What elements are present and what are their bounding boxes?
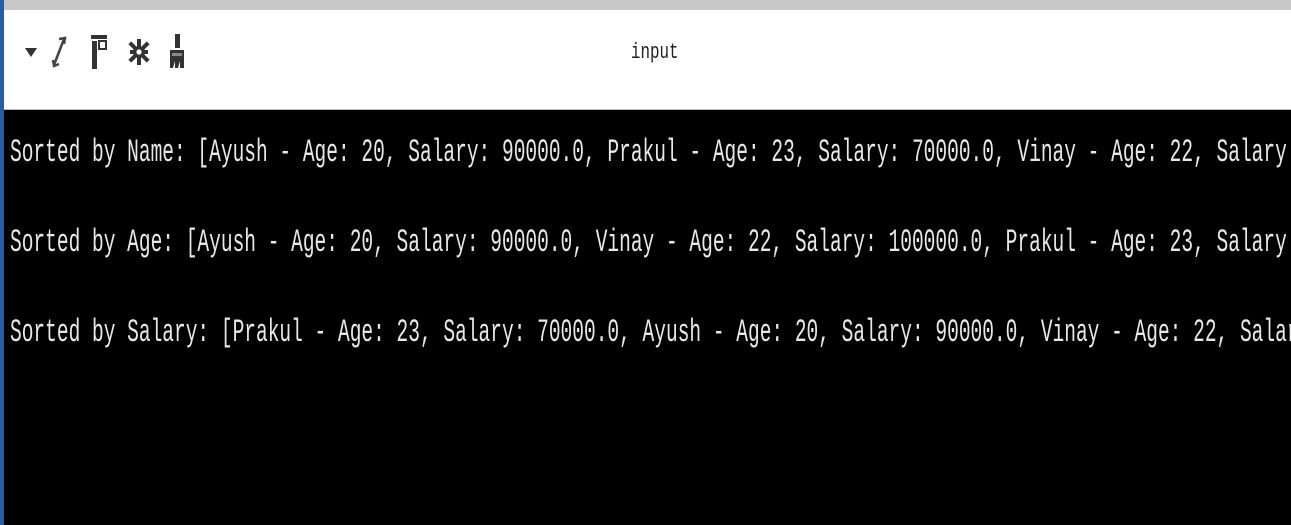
console-window: input Sorted by Name: [Ayush - Age: 20, …	[0, 0, 1291, 525]
console-line: Sorted by Salary: [Prakul - Age: 23, Sal…	[10, 314, 1291, 351]
console-line: Sorted by Name: [Ayush - Age: 20, Salary…	[10, 134, 1291, 171]
expand-button[interactable]	[44, 30, 74, 74]
clear-console-icon	[168, 32, 186, 72]
clear-console-button[interactable]	[162, 30, 192, 74]
pin-icon	[90, 33, 108, 71]
expand-arrows-icon	[50, 35, 68, 69]
console-output[interactable]: Sorted by Name: [Ayush - Age: 20, Salary…	[4, 110, 1291, 525]
chevron-down-icon	[23, 44, 39, 60]
settings-button[interactable]	[124, 30, 154, 74]
console-line: Sorted by Age: [Ayush - Age: 20, Salary:…	[10, 224, 1291, 261]
gear-icon	[128, 37, 150, 67]
pin-button[interactable]	[84, 30, 114, 74]
collapse-button[interactable]	[16, 30, 46, 74]
window-title: input	[630, 40, 679, 65]
window-top-strip	[4, 0, 1291, 10]
console-toolbar: input	[4, 10, 1291, 110]
